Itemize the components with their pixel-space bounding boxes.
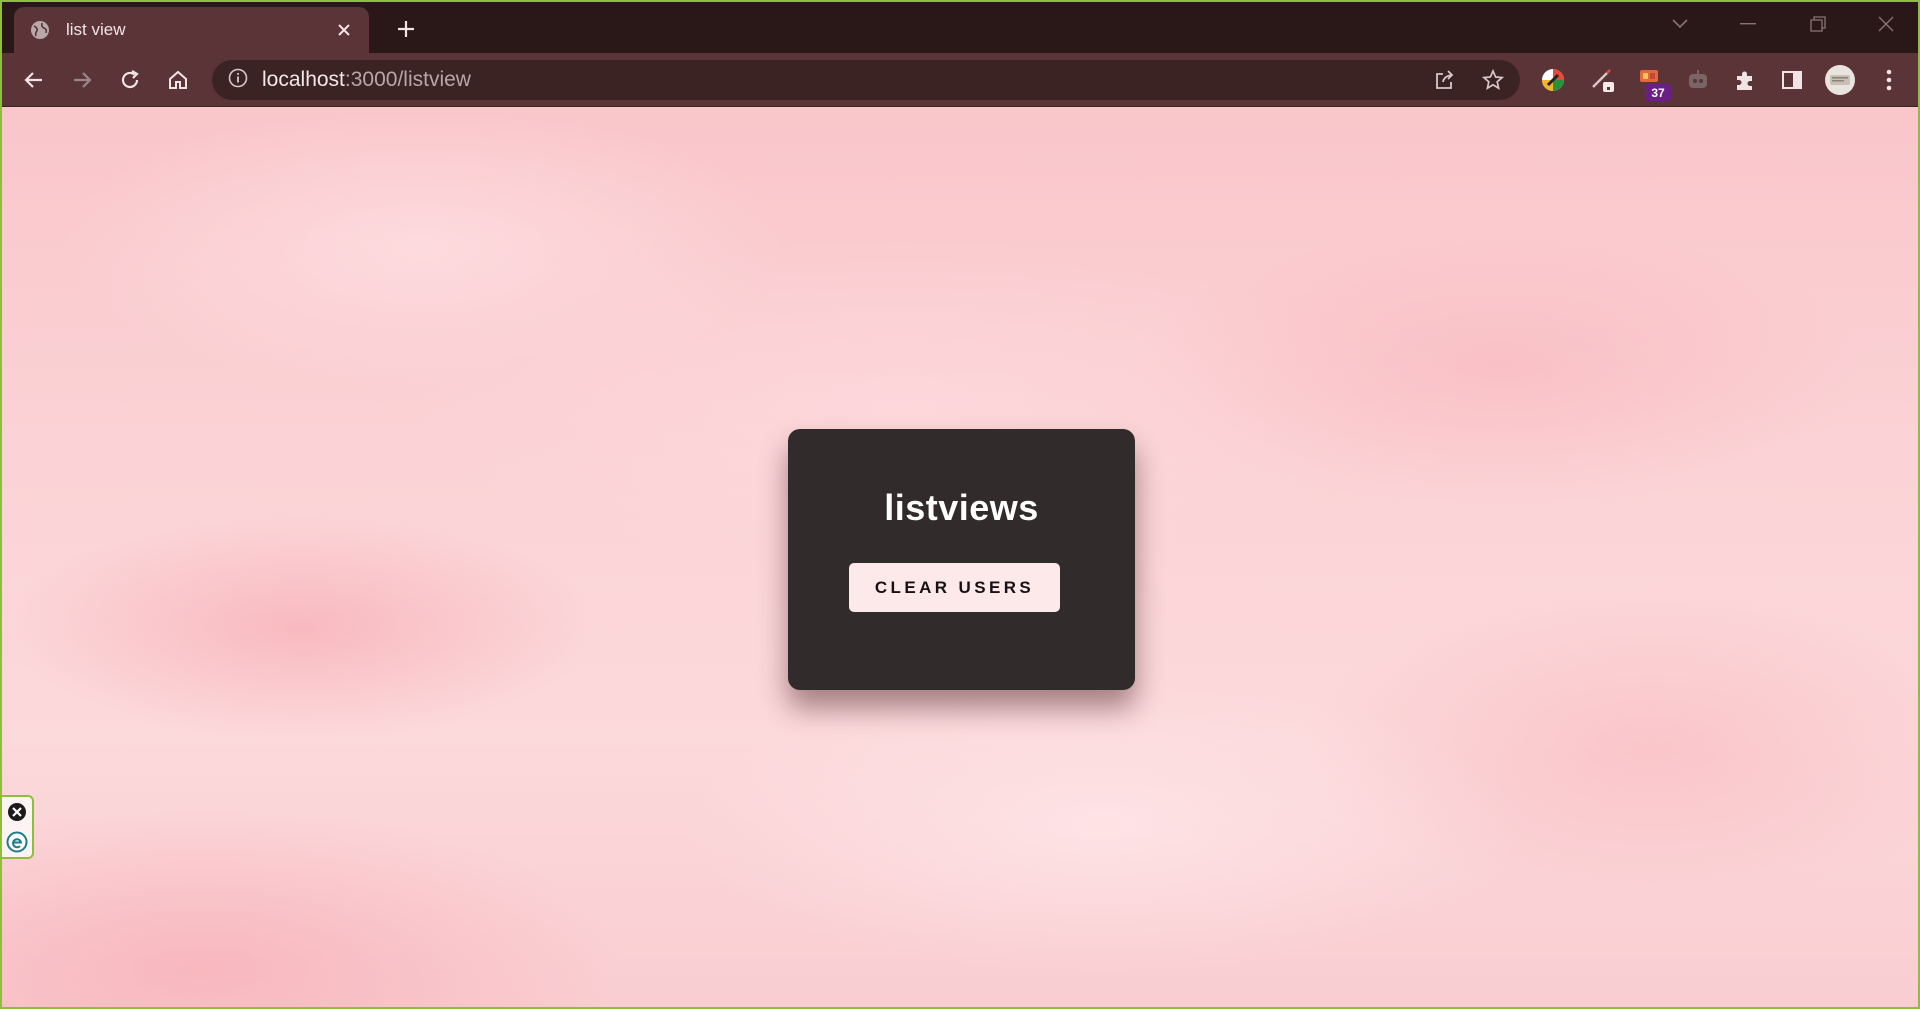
profile-avatar[interactable] <box>1824 64 1856 96</box>
tab-search-icon[interactable] <box>1662 10 1698 38</box>
side-widget <box>2 795 34 859</box>
browser-toolbar: localhost:3000/listview 37 <box>2 53 1918 107</box>
listview-card: listviews CLEAR USERS <box>788 429 1135 690</box>
forward-arrow-icon[interactable] <box>67 65 97 95</box>
address-bar[interactable]: localhost:3000/listview <box>212 60 1520 100</box>
reload-icon[interactable] <box>115 65 145 95</box>
page-title: listviews <box>884 487 1039 528</box>
home-icon[interactable] <box>163 65 193 95</box>
restore-icon[interactable] <box>1800 10 1836 38</box>
url-host: localhost <box>262 68 345 91</box>
back-arrow-icon[interactable] <box>19 65 49 95</box>
clear-users-button[interactable]: CLEAR USERS <box>849 563 1060 612</box>
share-icon[interactable] <box>1432 67 1458 93</box>
close-circle-icon[interactable] <box>6 801 28 823</box>
tab-strip: list view <box>2 2 1918 53</box>
site-info-icon[interactable] <box>228 68 248 93</box>
browser-window: list view localhost:3000/listview 37 li… <box>0 0 1920 1009</box>
pen-extension-icon[interactable] <box>1588 65 1618 95</box>
bookmark-star-icon[interactable] <box>1480 67 1506 93</box>
extension-e-icon[interactable] <box>6 831 28 853</box>
page-background: listviews CLEAR USERS <box>2 107 1918 1007</box>
tab-list-view[interactable]: list view <box>14 7 369 53</box>
minimize-icon[interactable] <box>1730 10 1766 38</box>
url-path: :3000/listview <box>344 68 471 91</box>
color-picker-extension-icon[interactable] <box>1538 65 1568 95</box>
globe-icon <box>30 20 50 40</box>
close-tab-icon[interactable] <box>333 19 355 41</box>
side-panel-icon[interactable] <box>1777 65 1807 95</box>
robot-extension-icon[interactable] <box>1683 65 1713 95</box>
puzzle-extensions-icon[interactable] <box>1730 65 1760 95</box>
new-tab-button[interactable] <box>392 15 420 43</box>
tab-title: list view <box>66 20 126 39</box>
extension-count-badge: 37 <box>1645 84 1671 101</box>
close-window-icon[interactable] <box>1868 10 1904 38</box>
menu-dots-icon[interactable] <box>1874 65 1904 95</box>
